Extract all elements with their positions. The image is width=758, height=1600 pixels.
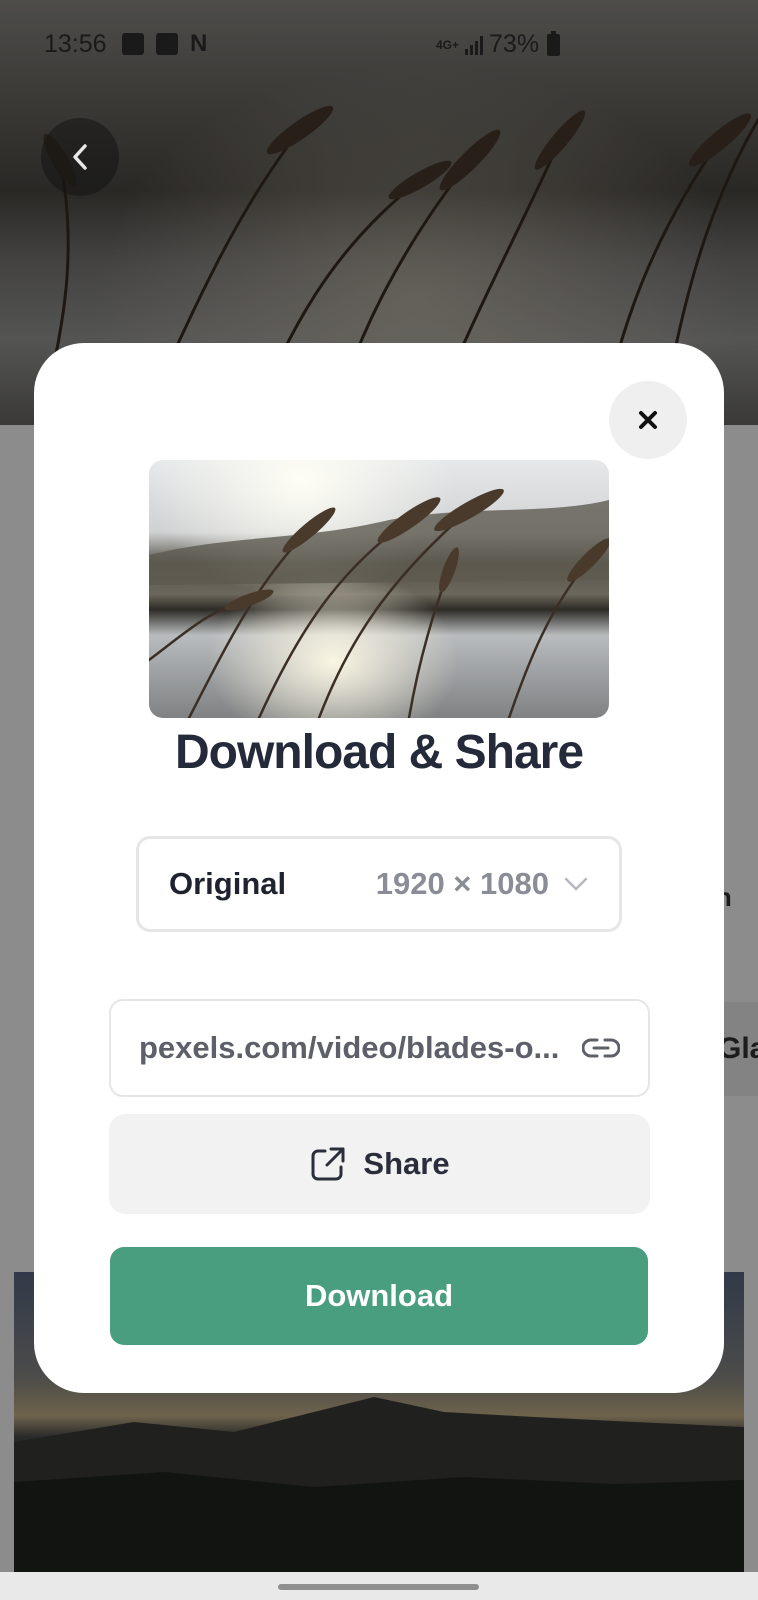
share-label: Share [363,1146,450,1181]
video-preview-thumbnail [149,460,609,718]
home-gesture-handle[interactable] [278,1584,479,1590]
resolution-value: 1920 × 1080 [375,866,549,901]
network-type: 4G+ [436,37,460,52]
download-label: Download [304,1278,454,1313]
gallery-notification-icon [122,33,144,55]
resolution-select[interactable]: Original 1920 × 1080 [136,836,622,932]
status-time: 13:56 [44,30,107,58]
external-share-icon [311,1147,345,1181]
battery-percentage: 73% [489,30,540,58]
status-right-group: 4G+ 73% [436,30,561,59]
chevron-down-icon [564,877,588,891]
download-share-modal: Download & Share Original 1920 × 1080 pe… [34,343,724,1393]
close-icon [639,411,657,429]
signal-icon [465,35,484,55]
video-link-text: pexels.com/video/blades-o... [139,1030,560,1065]
back-button[interactable] [41,118,119,196]
chevron-left-icon [73,144,87,170]
close-button[interactable] [609,381,687,459]
battery-icon [547,30,561,56]
download-button[interactable]: Download [110,1247,648,1345]
status-bar: 13:56 N 4G+ 73% [0,0,758,76]
notification-icons: N [122,30,208,57]
link-icon[interactable] [582,1036,620,1060]
netflix-notification-icon: N [190,30,208,57]
shop-notification-icon [156,33,178,55]
video-link-field[interactable]: pexels.com/video/blades-o... [109,999,650,1097]
share-button[interactable]: Share [109,1114,650,1214]
modal-title: Download & Share [174,726,584,779]
resolution-label: Original [169,866,287,901]
